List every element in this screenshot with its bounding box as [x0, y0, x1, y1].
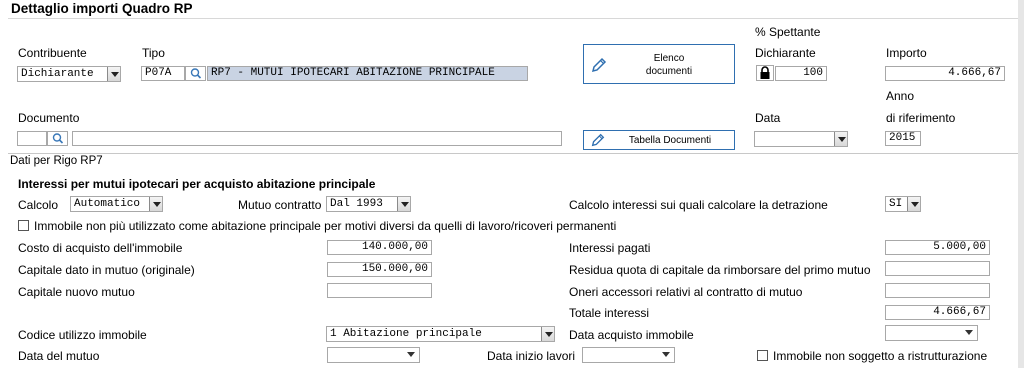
capitale-nuovo-label: Capitale nuovo mutuo: [18, 285, 135, 299]
window-edge: [1018, 0, 1024, 368]
totale-interessi-label: Totale interessi: [569, 306, 650, 320]
oneri-label: Oneri accessori relativi al contratto di…: [569, 285, 803, 299]
totale-interessi-field[interactable]: 4.666,67: [885, 305, 990, 320]
tabella-documenti-button[interactable]: Tabella Documenti: [583, 130, 735, 150]
calcolo-interessi-value: SI: [889, 198, 903, 210]
tipo-description-field: RP7 - MUTUI IPOTECARI ABITAZIONE PRINCIP…: [207, 66, 528, 81]
contribuente-label: Contribuente: [18, 46, 87, 60]
documento-label: Documento: [18, 111, 80, 125]
calcolo-select[interactable]: Automatico: [70, 196, 163, 212]
section-subtitle: Interessi per mutui ipotecari per acquis…: [18, 177, 376, 191]
calcolo-interessi-select[interactable]: SI: [885, 196, 921, 212]
documento-description-field[interactable]: [72, 131, 562, 146]
documento-search-button[interactable]: [47, 131, 68, 146]
data-select[interactable]: [754, 131, 848, 147]
section-title: Dati per Rigo RP7: [10, 155, 103, 167]
oneri-field[interactable]: [885, 283, 990, 298]
chevron-down-icon[interactable]: [963, 326, 975, 340]
immobile-non-utilizzato-checkbox[interactable]: [18, 220, 29, 231]
data-mutuo-label: Data del mutuo: [18, 349, 100, 363]
costo-field[interactable]: 140.000,00: [327, 240, 432, 255]
riferimento-label: di riferimento: [886, 111, 956, 125]
anno-riferimento-field[interactable]: 2015: [885, 131, 921, 146]
chevron-down-icon[interactable]: [107, 67, 120, 81]
data-mutuo-select[interactable]: [327, 347, 420, 363]
importo-field[interactable]: 4.666,67: [885, 66, 1005, 81]
non-soggetto-label: Immobile non soggetto a ristrutturazione: [773, 349, 988, 363]
search-icon: [52, 133, 64, 144]
residua-field[interactable]: [885, 261, 990, 276]
dichiarante-percent-field[interactable]: 100: [775, 66, 827, 81]
chevron-down-icon[interactable]: [405, 348, 417, 362]
interessi-pagati-field[interactable]: 5.000,00: [885, 240, 990, 255]
pencil-icon: [591, 57, 607, 73]
spettante-label: % Spettante: [755, 25, 821, 39]
mutuo-contratto-select[interactable]: Dal 1993: [326, 196, 411, 212]
capitale-dato-field[interactable]: 150.000,00: [327, 262, 432, 277]
documento-code-field[interactable]: [17, 131, 47, 146]
tipo-code-field[interactable]: P07A: [141, 66, 185, 81]
elenco-documenti-button[interactable]: Elenco documenti: [583, 44, 735, 84]
chevron-down-icon[interactable]: [541, 327, 554, 341]
tipo-search-button[interactable]: [185, 66, 206, 81]
contribuente-select[interactable]: Dichiarante: [17, 66, 121, 82]
capitale-nuovo-field[interactable]: [327, 283, 432, 298]
calcolo-label: Calcolo: [18, 198, 59, 212]
title-underline: [8, 18, 1018, 19]
section-divider: [8, 153, 1018, 154]
tabella-documenti-label: Tabella Documenti: [628, 135, 712, 146]
elenco-line2: documenti: [645, 66, 693, 77]
codice-utilizzo-label: Codice utilizzo immobile: [18, 328, 147, 342]
tipo-label: Tipo: [142, 46, 165, 60]
immobile-non-utilizzato-label: Immobile non più utilizzato come abitazi…: [34, 219, 617, 233]
costo-label: Costo di acquisto dell'immobile: [18, 241, 183, 255]
dichiarante-label: Dichiarante: [755, 46, 816, 60]
mutuo-contratto-label: Mutuo contratto: [238, 198, 322, 212]
chevron-down-icon[interactable]: [397, 197, 410, 211]
search-icon: [190, 68, 202, 79]
chevron-down-icon[interactable]: [907, 197, 920, 211]
mutuo-contratto-value: Dal 1993: [330, 198, 383, 210]
data-inizio-lavori-label: Data inizio lavori: [487, 349, 576, 363]
capitale-dato-label: Capitale dato in mutuo (originale): [18, 263, 195, 277]
non-soggetto-checkbox[interactable]: [757, 350, 768, 361]
chevron-down-icon[interactable]: [149, 197, 162, 211]
page-title: Dettaglio importi Quadro RP: [11, 1, 193, 16]
data-label: Data: [755, 111, 781, 125]
interessi-pagati-label: Interessi pagati: [569, 241, 651, 255]
data-acquisto-label: Data acquisto immobile: [569, 328, 694, 342]
lock-toggle[interactable]: [756, 65, 774, 81]
calcolo-interessi-label: Calcolo interessi sui quali calcolare la…: [569, 198, 828, 212]
chevron-down-icon[interactable]: [660, 348, 672, 362]
data-inizio-lavori-select[interactable]: [582, 347, 675, 363]
elenco-line1: Elenco: [653, 53, 685, 64]
residua-label: Residua quota di capitale da rimborsare …: [569, 263, 871, 277]
contribuente-value: Dichiarante: [21, 68, 94, 80]
data-acquisto-select[interactable]: [885, 325, 978, 341]
lock-icon: [760, 66, 770, 79]
importo-label: Importo: [886, 46, 927, 60]
chevron-down-icon[interactable]: [834, 132, 847, 146]
pencil-icon: [591, 133, 605, 147]
codice-utilizzo-select[interactable]: 1 Abitazione principale: [326, 326, 555, 342]
anno-label: Anno: [886, 89, 915, 103]
calcolo-value: Automatico: [74, 198, 141, 210]
codice-utilizzo-value: 1 Abitazione principale: [330, 328, 482, 340]
